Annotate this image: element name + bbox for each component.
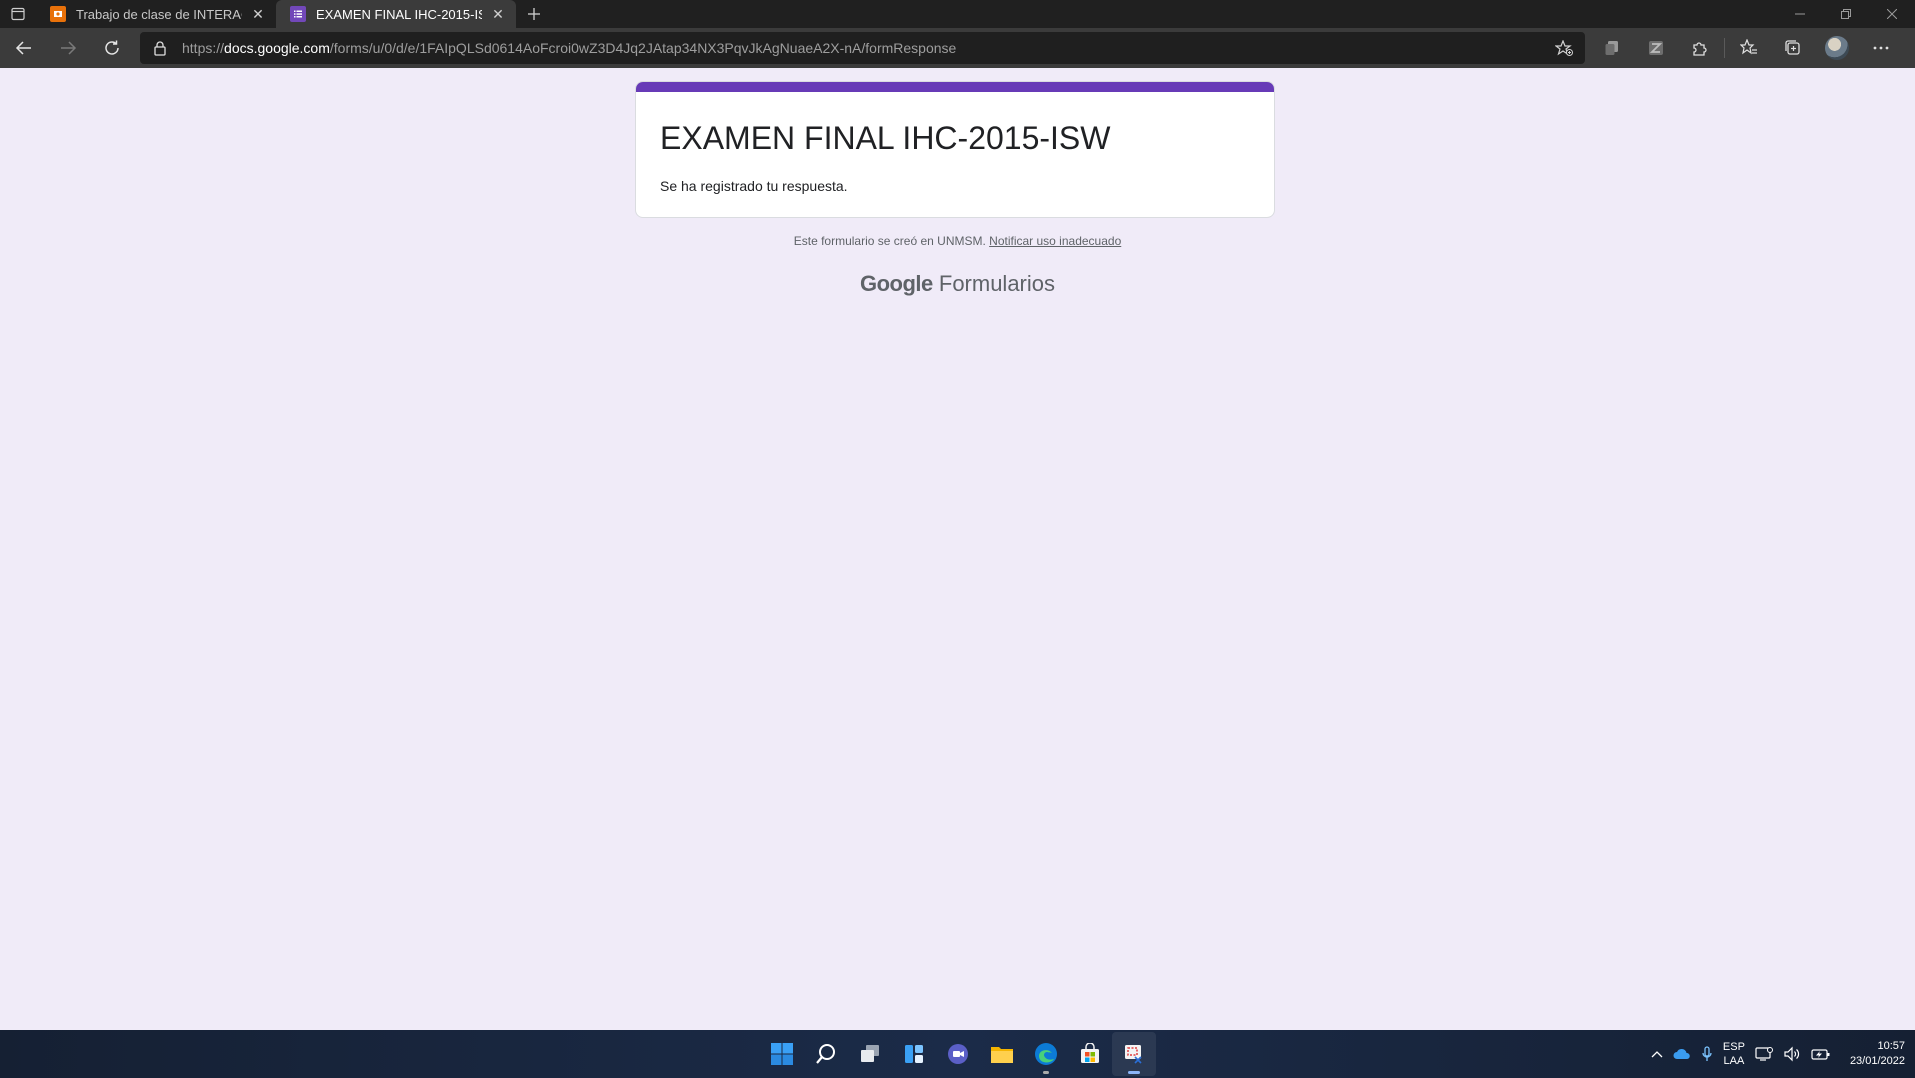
tab-examen-final[interactable]: EXAMEN FINAL IHC-2015-ISW ✕ xyxy=(276,0,516,28)
speaker-icon xyxy=(1784,1046,1799,1062)
tab-actions-icon xyxy=(11,7,25,21)
onedrive-cloud-icon xyxy=(1673,1048,1690,1059)
edge-icon xyxy=(1035,1043,1057,1065)
add-favorite-icon[interactable] xyxy=(1555,40,1573,56)
settings-more-button[interactable] xyxy=(1859,28,1903,68)
teams-chat-button[interactable] xyxy=(936,1032,980,1076)
copy-extension-icon xyxy=(1605,41,1618,55)
report-abuse-link[interactable]: Notificar uso inadecuado xyxy=(989,234,1121,248)
profile-button[interactable] xyxy=(1815,28,1859,68)
address-bar[interactable]: https://docs.google.com/forms/u/0/d/e/1F… xyxy=(140,32,1585,64)
extensions-button[interactable] xyxy=(1678,28,1722,68)
edge-browser-button[interactable] xyxy=(1024,1032,1068,1076)
forward-arrow-icon xyxy=(61,41,77,55)
store-icon xyxy=(1081,1043,1099,1063)
close-tab-icon[interactable]: ✕ xyxy=(490,6,506,22)
form-confirmation-card: EXAMEN FINAL IHC-2015-ISW Se ha registra… xyxy=(635,81,1275,218)
url-host: docs.google.com xyxy=(224,40,330,56)
extension-button[interactable] xyxy=(1634,28,1678,68)
created-in-text: Este formulario se creó en UNMSM. xyxy=(793,234,986,248)
chevron-up-icon xyxy=(1651,1051,1663,1058)
keyboard-layout: LAA xyxy=(1723,1055,1745,1067)
battery-charging-icon xyxy=(1811,1049,1830,1060)
task-view-icon xyxy=(861,1045,879,1062)
collections-icon xyxy=(1785,40,1800,55)
clock-button[interactable]: 10:57 23/01/2022 xyxy=(1836,1039,1905,1069)
battery-button[interactable] xyxy=(1806,1030,1836,1078)
network-button[interactable] xyxy=(1750,1030,1778,1078)
new-tab-button[interactable] xyxy=(516,0,552,28)
file-explorer-icon xyxy=(991,1047,1013,1063)
url-path: /forms/u/0/d/e/1FAIpQLSd0614AoFcroi0wZ3D… xyxy=(329,40,957,56)
show-hidden-icons-button[interactable] xyxy=(1646,1030,1668,1078)
system-tray: ESP LAA 10:57 23/01/2022 xyxy=(1646,1030,1905,1078)
favorites-icon xyxy=(1740,39,1757,55)
start-button[interactable] xyxy=(760,1032,804,1076)
task-view-button[interactable] xyxy=(848,1032,892,1076)
tab-title: EXAMEN FINAL IHC-2015-ISW xyxy=(316,6,482,22)
start-icon xyxy=(771,1043,793,1065)
input-language-button[interactable]: ESP LAA xyxy=(1718,1030,1750,1078)
onedrive-button[interactable] xyxy=(1668,1030,1696,1078)
file-explorer-button[interactable] xyxy=(980,1032,1024,1076)
zotero-extension-icon xyxy=(1649,41,1663,55)
collections-button[interactable] xyxy=(1771,28,1815,68)
search-icon xyxy=(816,1044,835,1064)
close-window-button[interactable] xyxy=(1869,0,1915,28)
microphone-button[interactable] xyxy=(1696,1030,1718,1078)
forms-icon xyxy=(290,6,306,22)
minimize-icon xyxy=(1795,13,1805,15)
taskbar-search-button[interactable] xyxy=(804,1032,848,1076)
windows-taskbar: ESP LAA 10:57 23/01/2022 xyxy=(0,1030,1915,1078)
widgets-button[interactable] xyxy=(892,1032,936,1076)
refresh-button[interactable] xyxy=(92,30,132,66)
browser-tab-bar: Trabajo de clase de INTERACCIÓN ✕ EXAMEN… xyxy=(0,0,1915,28)
extension-button[interactable] xyxy=(1590,28,1634,68)
google-wordmark: Google xyxy=(859,271,933,296)
url-text[interactable]: https://docs.google.com/forms/u/0/d/e/1F… xyxy=(182,40,956,56)
minimize-button[interactable] xyxy=(1777,0,1823,28)
time-text: 10:57 xyxy=(1877,1040,1905,1052)
browser-toolbar: https://docs.google.com/forms/u/0/d/e/1F… xyxy=(0,28,1915,68)
volume-button[interactable] xyxy=(1778,1030,1806,1078)
refresh-icon xyxy=(105,40,119,55)
forward-button[interactable] xyxy=(48,30,88,66)
back-button[interactable] xyxy=(4,30,44,66)
avatar xyxy=(1825,36,1849,60)
close-icon xyxy=(1887,9,1897,19)
tab-trabajo-de-clase[interactable]: Trabajo de clase de INTERACCIÓN ✕ xyxy=(36,0,276,28)
language-code: ESP xyxy=(1722,1041,1745,1053)
lock-icon[interactable] xyxy=(152,40,168,56)
google-forms-logo[interactable]: Google Formularios xyxy=(0,271,1915,297)
restore-button[interactable] xyxy=(1823,0,1869,28)
date-text: 23/01/2022 xyxy=(1849,1055,1905,1067)
form-footer-note: Este formulario se creó en UNMSM. Notifi… xyxy=(0,234,1915,248)
more-dots-icon xyxy=(1873,46,1889,50)
tab-title: Trabajo de clase de INTERACCIÓN xyxy=(76,6,242,22)
teams-chat-icon xyxy=(948,1044,968,1064)
form-response-page: EXAMEN FINAL IHC-2015-ISW Se ha registra… xyxy=(0,68,1915,1030)
back-arrow-icon xyxy=(15,41,31,55)
microphone-icon xyxy=(1702,1046,1712,1061)
forms-wordmark: Formularios xyxy=(938,271,1056,296)
snipping-tool-button[interactable] xyxy=(1112,1032,1156,1076)
form-title: EXAMEN FINAL IHC-2015-ISW xyxy=(660,120,1111,156)
widgets-icon xyxy=(905,1045,923,1063)
slides-icon xyxy=(50,6,66,22)
form-accent-bar xyxy=(636,82,1274,92)
network-icon xyxy=(1755,1047,1773,1061)
plus-icon xyxy=(528,8,540,20)
url-prefix: https:// xyxy=(182,40,225,56)
close-tab-icon[interactable]: ✕ xyxy=(250,6,266,22)
restore-icon xyxy=(1841,9,1851,19)
microsoft-store-button[interactable] xyxy=(1068,1032,1112,1076)
snipping-tool-icon xyxy=(1125,1045,1142,1064)
tab-actions-menu-button[interactable] xyxy=(0,0,36,28)
response-recorded-message: Se ha registrado tu respuesta. xyxy=(660,178,848,194)
favorites-button[interactable] xyxy=(1727,28,1771,68)
puzzle-icon xyxy=(1693,42,1707,56)
